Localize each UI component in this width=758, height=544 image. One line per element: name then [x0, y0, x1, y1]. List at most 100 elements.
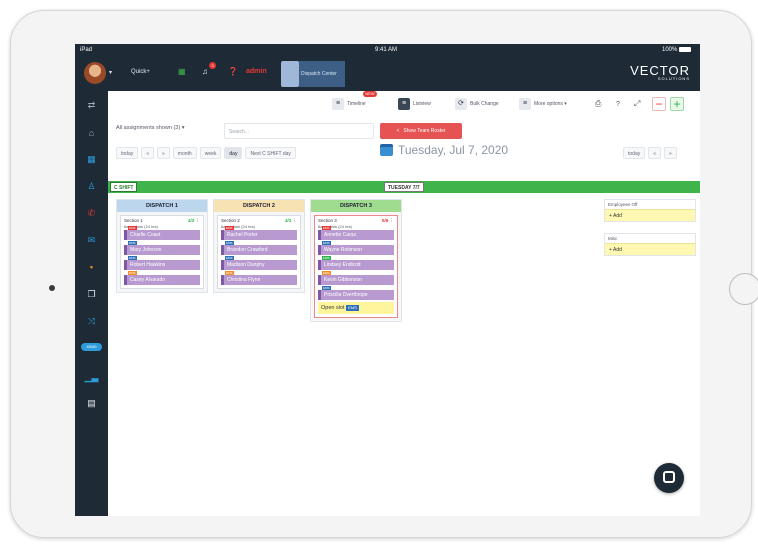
list-icon: ≡ — [398, 98, 410, 110]
app-screen: iPad 9:41 AM 100% ▾ Quick+ ▦ ♫ 3 ❓ admin… — [75, 44, 700, 516]
camera-dot — [49, 285, 55, 291]
help-icon[interactable]: ❓ — [228, 67, 238, 76]
show-team-roster-button[interactable]: < Show Team Roster — [380, 123, 462, 139]
list-item[interactable]: EMS Priscilla Overthrope — [318, 286, 394, 300]
sidebar: ⇄ ⌂ ▦ ♙ ✆ ✉ ▪ ❐ ⤨ 40/40 ▁▃ ▤ — [75, 91, 108, 516]
dispatch-center-button[interactable]: Dispatch Center — [299, 61, 345, 87]
quick-menu[interactable]: Quick+ — [131, 69, 150, 75]
staffing-ratio: 5/6 — [381, 218, 389, 223]
bulk-change-button[interactable]: ⟳ Bulk Change — [455, 97, 499, 111]
next-button-right[interactable]: » — [664, 147, 677, 159]
shift-label: C SHIFT — [110, 182, 138, 192]
month-view-button[interactable]: month — [172, 147, 197, 159]
prev-button[interactable]: « — [141, 147, 155, 159]
mail-icon[interactable]: ✉ — [75, 234, 108, 246]
briefcase-icon[interactable]: ▪ — [75, 261, 108, 273]
add-employee-off-button[interactable]: + Add — [605, 209, 695, 221]
expand-icon[interactable]: ⤢ — [634, 97, 640, 111]
list-item[interactable]: EMS Annette Caras — [318, 226, 394, 240]
date-navigation: today « » month week day Next C SHIFT da… — [116, 146, 299, 160]
device-label: iPad — [80, 47, 93, 53]
list-item[interactable]: EMS Charlie Coast — [124, 226, 200, 240]
list-item[interactable]: EMS Christina Flynn — [221, 271, 297, 285]
today-button[interactable]: today — [116, 147, 139, 159]
list-item[interactable]: EMS Casey Alvarado — [124, 271, 200, 285]
calendar-icon — [380, 144, 393, 156]
documents-icon[interactable]: ❐ — [75, 288, 108, 300]
prev-button-right[interactable]: « — [648, 147, 662, 159]
dispatch-column: DISPATCH 2 Section 2 4/3 ⋮ 6am - 6am (24… — [213, 199, 305, 293]
staffing-ratio: 4/3 — [284, 218, 292, 223]
next-button[interactable]: » — [157, 147, 170, 159]
timeline-button[interactable]: ≡ Timeline — [332, 97, 366, 111]
calendar-icon[interactable]: ▦ — [75, 153, 108, 165]
column-title: DISPATCH 1 — [117, 200, 207, 212]
help-icon[interactable]: ? — [616, 97, 620, 111]
notification-badge: 3 — [209, 62, 216, 69]
current-date: Tuesday, Jul 7, 2020 — [380, 143, 508, 157]
dispatch-center-logo-icon[interactable] — [281, 61, 299, 87]
day-view-button[interactable]: day — [224, 147, 243, 159]
list-item[interactable]: EMS Wayne Robinson — [318, 241, 394, 255]
section-card[interactable]: Section 3 5/6 ⋮ 6am - 6am (24 hrs) EMS An… — [314, 215, 398, 318]
arrow-left-icon: < — [396, 128, 400, 134]
shuffle-icon[interactable]: ⤨ — [75, 315, 108, 327]
list-item[interactable]: EMS Mary Johnson — [124, 241, 200, 255]
list-item[interactable]: EMS Robert Hawkins — [124, 256, 200, 270]
bar-chart-icon[interactable]: ▁▃ — [75, 371, 108, 383]
file-icon[interactable]: ▤ — [75, 397, 108, 409]
home-button[interactable] — [729, 273, 758, 305]
avatar[interactable] — [84, 62, 106, 84]
zoom-in-button[interactable]: + — [670, 97, 684, 111]
phone-icon[interactable]: ✆ — [75, 207, 108, 219]
kebab-menu-icon[interactable]: ⋮ — [390, 218, 395, 223]
shift-bar: C SHIFT TUESDAY 7/7 — [108, 181, 700, 193]
list-item[interactable]: EMS Lindsey Endicott — [318, 256, 394, 270]
dispatch-column: DISPATCH 1 Section 1 4/3 ⋮ 6am - 6am (24… — [116, 199, 208, 293]
sidebar-badge[interactable]: 40/40 — [81, 343, 102, 351]
menu-icon: ≡ — [519, 98, 531, 110]
list-item[interactable]: EMS Brandon Crawford — [221, 241, 297, 255]
timeline-new-badge: NEW — [363, 91, 377, 97]
section-card[interactable]: Section 1 4/3 ⋮ 6am - 6am (24 hrs) EMS Ch… — [120, 215, 204, 289]
assignments-filter[interactable]: All assignments shown (3) ▾ — [116, 125, 184, 139]
zoom-out-button[interactable]: − — [652, 97, 666, 111]
column-title: DISPATCH 2 — [214, 200, 304, 212]
admin-brand[interactable]: admin — [246, 68, 267, 75]
swap-icon[interactable]: ⇄ — [75, 99, 108, 111]
next-shift-day-button[interactable]: Next C SHIFT day — [245, 147, 296, 159]
calendar-icon[interactable]: ▦ — [178, 67, 186, 76]
top-navigation: ▾ Quick+ ▦ ♫ 3 ❓ admin Dispatch Center V… — [75, 57, 700, 91]
search-input[interactable]: Search... — [224, 123, 374, 139]
battery-icon — [679, 47, 692, 52]
open-slot[interactable]: Open slot EMS — [318, 302, 394, 314]
staffing-ratio: 4/3 — [187, 218, 195, 223]
list-item[interactable]: EMS Rachel Porter — [221, 226, 297, 240]
section-card[interactable]: Section 2 4/3 ⋮ 6am - 6am (24 hrs) EMS Ra… — [217, 215, 301, 289]
battery-level: 100% — [662, 47, 692, 53]
chat-icon — [663, 471, 675, 483]
panel-title: Employees Off — [608, 202, 638, 207]
chat-button[interactable] — [654, 463, 684, 493]
list-icon: ≡ — [332, 98, 344, 110]
open-slot-tag: EMS — [346, 304, 359, 311]
week-view-button[interactable]: week — [199, 147, 222, 159]
list-item[interactable]: EMS Kevin Gibbonson — [318, 271, 394, 285]
misc-panel: Misc + Add — [604, 233, 696, 256]
add-misc-button[interactable]: + Add — [605, 243, 695, 255]
today-button-right[interactable]: today — [623, 147, 646, 159]
bell-icon[interactable]: ♫ — [202, 67, 208, 76]
kebab-menu-icon[interactable]: ⋮ — [293, 218, 298, 223]
users-icon[interactable]: ♙ — [75, 180, 108, 192]
status-bar: iPad 9:41 AM 100% — [75, 44, 700, 57]
list-item[interactable]: EMS Madison Dunphy — [221, 256, 297, 270]
refresh-icon: ⟳ — [455, 98, 467, 110]
chevron-down-icon[interactable]: ▾ — [109, 69, 112, 76]
kebab-menu-icon[interactable]: ⋮ — [196, 218, 201, 223]
dispatch-column: DISPATCH 3 Section 3 5/6 ⋮ 6am - 6am (24… — [310, 199, 402, 322]
home-icon[interactable]: ⌂ — [75, 127, 108, 139]
listview-button[interactable]: ≡ Listview — [398, 97, 431, 111]
print-icon[interactable]: ⎙ — [595, 97, 601, 111]
date-navigation-right: today « » — [623, 146, 680, 160]
more-options-button[interactable]: ≡ More options ▾ — [519, 97, 567, 111]
